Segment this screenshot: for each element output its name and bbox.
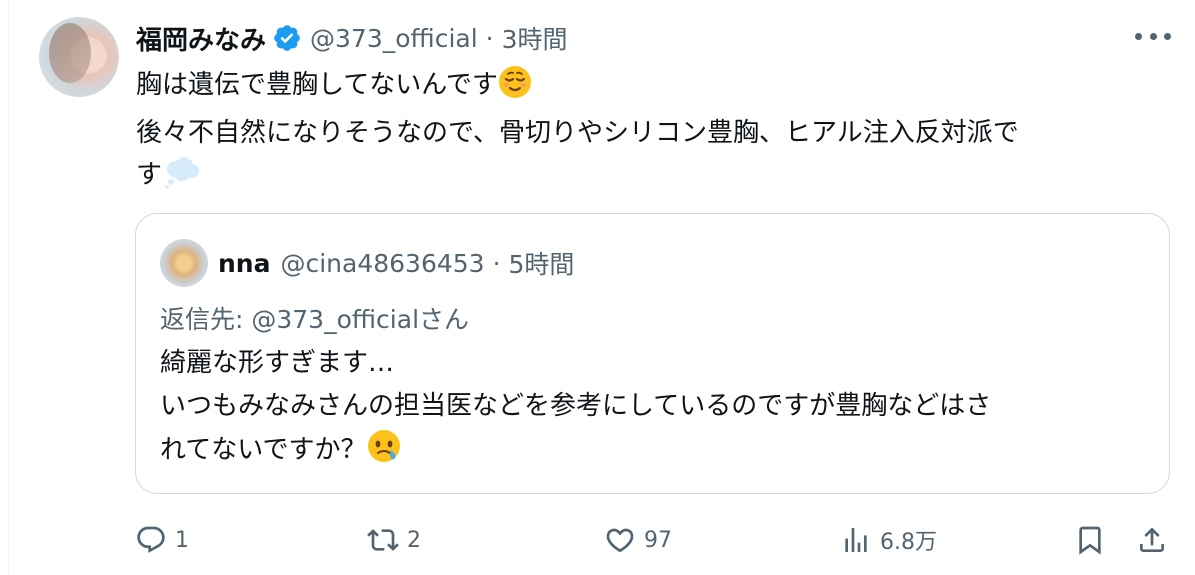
like-button[interactable]: 97	[604, 516, 672, 564]
author-avatar[interactable]	[39, 17, 119, 97]
tweet-actions-bar: 1 2 97 6.8万	[0, 516, 1195, 564]
quoted-reply-to[interactable]: 返信先: @373_officialさん	[160, 300, 469, 336]
views-button[interactable]: 6.8万	[840, 516, 937, 564]
tweet-text-line: 後々不自然になりそうなので、骨切りやシリコン豊胸、ヒアル注入反対派で	[136, 118, 1019, 148]
quoted-text-line: れてないですか？	[160, 428, 1150, 478]
quoted-tweet-text: 綺麗な形すぎます… いつもみなみさんの担当医などを参考にしているのですが豊胸など…	[160, 342, 1150, 478]
views-chart-icon	[845, 528, 867, 552]
quoted-text-line: いつもみなみさんの担当医などを参考にしているのですが豊胸などはさ	[160, 391, 992, 421]
thought-balloon-emoji	[162, 155, 202, 202]
face-holding-back-tears-emoji	[366, 428, 402, 478]
tweet-header: 福岡みなみ @373_official · 3時間	[136, 18, 568, 58]
quoted-text-line: 綺麗な形すぎます…	[160, 348, 395, 378]
relieved-face-emoji	[498, 65, 532, 112]
tweet-text: 胸は遺伝で豊胸してないんです 後々不自然になりそうなので、骨切りやシリコン豊胸、…	[136, 64, 1166, 202]
bookmark-button[interactable]	[1074, 516, 1106, 564]
tweet-text-line: す	[136, 154, 1166, 202]
reply-button[interactable]: 1	[135, 516, 189, 564]
quoted-tweet-card[interactable]: nna @cina48636453 · 5時間 返信先: @373_offici…	[135, 213, 1170, 494]
retweet-icon	[367, 529, 399, 551]
tweet-time[interactable]: 3時間	[502, 20, 568, 56]
author-name[interactable]: 福岡みなみ	[136, 20, 266, 57]
views-count: 6.8万	[880, 530, 937, 555]
tweet-text-line: 胸は遺伝で豊胸してないんです	[136, 64, 1166, 112]
reply-count: 1	[175, 527, 189, 553]
retweet-button[interactable]: 2	[367, 516, 421, 564]
verified-badge-icon[interactable]	[272, 23, 302, 53]
share-button[interactable]	[1136, 516, 1168, 564]
retweet-count: 2	[407, 527, 421, 553]
author-handle[interactable]: @373_official	[310, 24, 478, 53]
meta-separator: ·	[485, 23, 494, 53]
reply-icon	[137, 526, 165, 553]
quoted-author-name[interactable]: nna	[218, 249, 270, 278]
more-options-icon[interactable]	[1135, 22, 1171, 50]
quoted-meta-separator: ·	[492, 248, 501, 278]
bookmark-icon	[1079, 526, 1101, 555]
like-count: 97	[644, 527, 672, 553]
quoted-tweet-time[interactable]: 5時間	[509, 245, 575, 281]
timeline-divider	[8, 0, 9, 575]
quoted-tweet-header: nna @cina48636453 · 5時間	[160, 238, 574, 288]
heart-icon	[606, 528, 634, 553]
quoted-author-avatar[interactable]	[160, 239, 208, 287]
quoted-author-handle[interactable]: @cina48636453	[280, 249, 484, 278]
share-icon	[1140, 527, 1164, 552]
